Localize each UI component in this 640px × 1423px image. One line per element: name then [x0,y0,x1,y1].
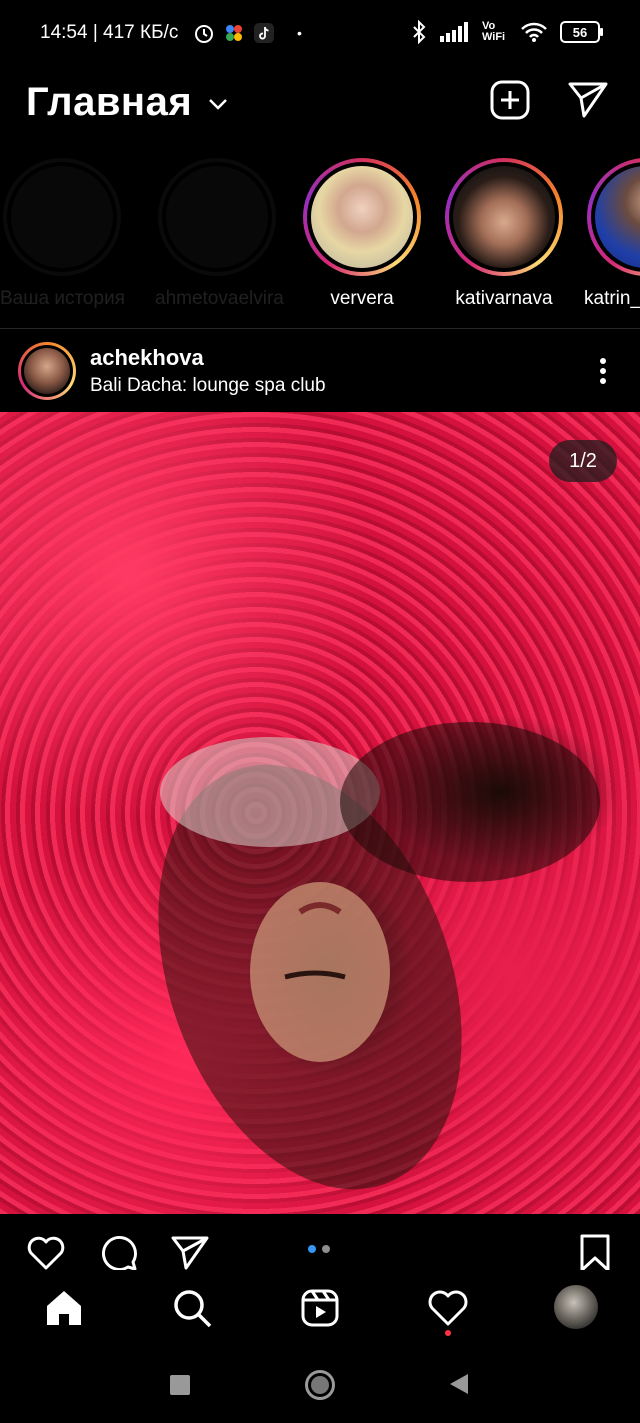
story-item[interactable]: ahmetovaelvira [155,158,284,310]
carousel-counter: 1/2 [549,440,617,482]
stories-tray: Ваша история ahmetovaelvira ververa kati… [0,150,640,326]
battery-icon: 56 [560,21,603,43]
page-title[interactable]: Главная [26,80,192,125]
more-options-icon[interactable] [592,356,614,386]
story-label: ververa [330,288,394,309]
story-avatar [453,166,555,268]
carousel-dot [322,1245,330,1253]
system-navigation-bar [0,1350,640,1423]
rose-petals-photo [158,722,600,1190]
app-icon [226,25,242,41]
post-image[interactable] [0,412,640,1214]
vowifi-label: Vo WiFi [482,20,506,43]
story-item[interactable]: katrin_ [584,158,640,310]
carousel-dots [308,1245,330,1253]
home-button[interactable] [305,1370,335,1400]
chevron-down-icon[interactable] [207,96,229,112]
post-author-avatar[interactable] [18,342,76,400]
new-post-button[interactable] [488,78,532,122]
recents-button[interactable] [170,1375,190,1395]
story-item[interactable]: kativarnava [442,158,566,310]
activity-tab[interactable] [426,1286,470,1330]
save-button[interactable] [574,1232,616,1274]
story-your-story[interactable]: Ваша история [0,158,125,310]
comment-button[interactable] [98,1232,140,1274]
profile-tab-avatar[interactable] [554,1285,598,1329]
like-button[interactable] [25,1232,67,1274]
reels-tab[interactable] [298,1286,342,1330]
post-username[interactable]: achekhova [90,345,204,371]
bluetooth-icon [413,20,426,44]
back-button[interactable] [448,1372,470,1396]
dot-icon: • [297,25,302,41]
divider [0,328,640,329]
direct-messages-button[interactable] [566,78,610,122]
story-item[interactable]: ververa [300,158,424,310]
search-tab[interactable] [170,1286,214,1330]
tiktok-icon [254,23,274,43]
notification-dot [445,1330,451,1336]
status-bar: 14:54 | 417 КБ/с • Vo WiFi 56 [0,0,640,72]
wifi-icon [521,22,547,42]
alarm-icon [195,25,213,43]
story-label: katrin_ [584,288,640,309]
story-avatar [311,166,413,268]
signal-icon [440,22,468,42]
battery-level: 56 [572,24,588,40]
carousel-dot-active [308,1245,316,1253]
story-label: ahmetovaelvira [155,288,284,309]
story-label: Ваша история [0,288,125,309]
story-label: kativarnava [455,288,553,309]
share-button[interactable] [169,1232,211,1274]
story-avatar [595,166,640,268]
status-time: 14:54 | 417 КБ/с [40,22,179,43]
home-tab[interactable] [42,1286,86,1330]
post-location[interactable]: Bali Dacha: lounge spa club [90,375,326,397]
